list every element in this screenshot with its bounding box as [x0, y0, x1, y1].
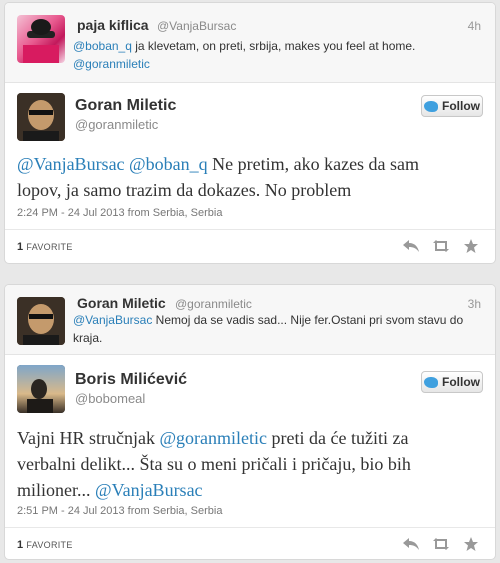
- favorite-label: Favorite: [26, 540, 73, 550]
- mention-link[interactable]: @VanjaBursac: [95, 480, 203, 500]
- conversation-card-1: paja kiflica @VanjaBursac 4h @boban_q ja…: [4, 2, 496, 264]
- favorite-star-icon[interactable]: [461, 535, 481, 553]
- avatar[interactable]: [17, 93, 65, 141]
- author-handle[interactable]: @VanjaBursac: [157, 19, 236, 33]
- text-segment: milioner...: [17, 480, 95, 500]
- tweet-text: @boban_q ja klevetam, on preti, srbija, …: [73, 37, 481, 73]
- author-name[interactable]: Goran Miletic: [77, 295, 166, 311]
- text-segment: ja klevetam, on preti, srbija, makes you…: [131, 39, 416, 53]
- author-name[interactable]: Goran Miletic: [75, 97, 176, 115]
- avatar[interactable]: [17, 15, 65, 63]
- twitter-bird-icon: [424, 100, 438, 112]
- mention-link[interactable]: @boban_q: [73, 39, 132, 53]
- twitter-bird-icon: [424, 376, 438, 388]
- mention-link[interactable]: @VanjaBursac: [73, 313, 152, 327]
- avatar[interactable]: [17, 365, 65, 413]
- expanded-tweet: Goran Miletic @goranmiletic Follow @Vanj…: [5, 83, 495, 263]
- tweet-timestamp[interactable]: 3h: [468, 297, 481, 311]
- reply-icon[interactable]: [401, 237, 421, 255]
- retweet-icon[interactable]: [431, 237, 451, 255]
- favorite-count[interactable]: 1 Favorite: [17, 241, 73, 253]
- in-reply-to-tweet[interactable]: paja kiflica @VanjaBursac 4h @boban_q ja…: [5, 3, 495, 83]
- author-handle[interactable]: @goranmiletic: [175, 297, 252, 311]
- mention-link[interactable]: @boban_q: [129, 154, 208, 174]
- text-segment: kraja.: [73, 331, 103, 345]
- tweet-text: @VanjaBursac Nemoj da se vadis sad... Ni…: [73, 311, 481, 347]
- text-segment: Nemoj da se vadis sad... Nije fer.Ostani…: [152, 313, 464, 327]
- author-name[interactable]: paja kiflica: [77, 17, 149, 33]
- divider: [5, 229, 495, 230]
- reply-icon[interactable]: [401, 535, 421, 553]
- follow-button[interactable]: Follow: [421, 371, 483, 393]
- author-name[interactable]: Boris Milićević: [75, 371, 187, 389]
- text-segment: preti da će tužiti za: [267, 428, 409, 448]
- text-segment: verbalni delikt... Šta su o meni pričali…: [17, 454, 411, 474]
- favorite-number: 1: [17, 539, 24, 551]
- favorite-number: 1: [17, 241, 24, 253]
- favorite-star-icon[interactable]: [461, 237, 481, 255]
- tweet-actions: [401, 237, 481, 255]
- favorite-count[interactable]: 1 Favorite: [17, 539, 73, 551]
- tweet-timestamp[interactable]: 4h: [468, 19, 481, 33]
- retweet-icon[interactable]: [431, 535, 451, 553]
- mention-link[interactable]: @VanjaBursac: [17, 154, 125, 174]
- author-handle[interactable]: @bobomeal: [75, 391, 145, 406]
- author-handle[interactable]: @goranmiletic: [75, 117, 158, 132]
- mention-link[interactable]: @goranmiletic: [159, 428, 267, 448]
- divider: [5, 527, 495, 528]
- avatar[interactable]: [17, 297, 65, 345]
- tweet-metadata[interactable]: 2:24 PM - 24 Jul 2013 from Serbia, Serbi…: [17, 207, 222, 219]
- text-segment: lopov, ja samo trazim da dokazes. No pro…: [17, 180, 352, 200]
- in-reply-to-tweet[interactable]: Goran Miletic @goranmiletic 3h @VanjaBur…: [5, 285, 495, 355]
- tweet-metadata[interactable]: 2:51 PM - 24 Jul 2013 from Serbia, Serbi…: [17, 505, 222, 517]
- tweet-text: Vajni HR stručnjak @goranmiletic preti d…: [17, 425, 483, 503]
- follow-label: Follow: [442, 99, 480, 113]
- expanded-tweet: Boris Milićević @bobomeal Follow Vajni H…: [5, 355, 495, 559]
- text-segment: Vajni HR stručnjak: [17, 428, 160, 448]
- conversation-card-2: Goran Miletic @goranmiletic 3h @VanjaBur…: [4, 284, 496, 560]
- tweet-text: @VanjaBursac @boban_q Ne pretim, ako kaz…: [17, 151, 483, 203]
- favorite-label: Favorite: [26, 242, 73, 252]
- mention-link[interactable]: @goranmiletic: [73, 57, 150, 71]
- follow-button[interactable]: Follow: [421, 95, 483, 117]
- tweet-actions: [401, 535, 481, 553]
- follow-label: Follow: [442, 375, 480, 389]
- text-segment: Ne pretim, ako kazes da sam: [207, 154, 420, 174]
